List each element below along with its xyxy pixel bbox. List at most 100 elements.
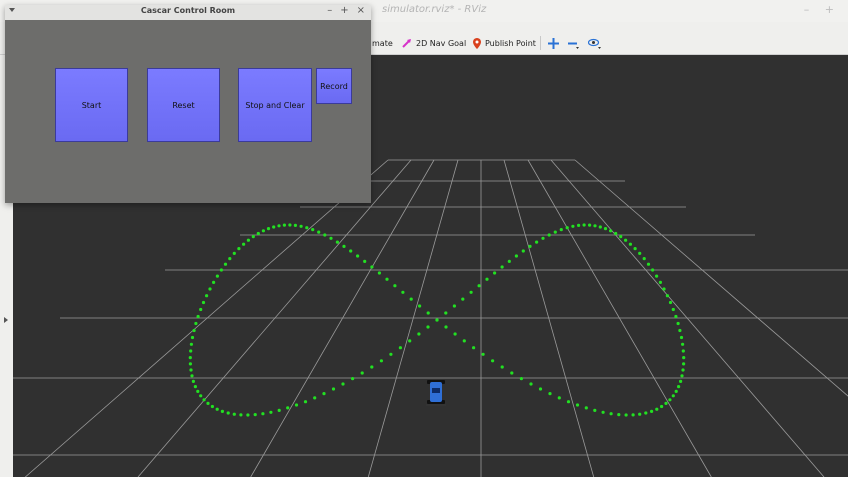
path-point <box>418 304 422 308</box>
path-point <box>205 294 209 298</box>
path-point <box>385 277 389 281</box>
path-point <box>565 226 569 230</box>
maximize-icon[interactable]: + <box>340 5 348 16</box>
path-point <box>681 342 685 346</box>
path-point <box>677 385 681 389</box>
path-point <box>417 332 421 336</box>
path-point <box>603 227 608 231</box>
path-point <box>246 238 250 242</box>
grid-line <box>250 159 435 477</box>
path-point <box>665 294 670 298</box>
path-point <box>286 406 290 410</box>
path-point <box>246 413 250 417</box>
path-point <box>588 223 592 227</box>
tool-camera-button[interactable] <box>588 36 605 50</box>
path-point <box>528 244 532 248</box>
path-point <box>232 251 236 255</box>
path-point <box>681 349 685 353</box>
path-point <box>393 284 397 288</box>
path-point <box>426 325 430 329</box>
path-point <box>192 328 196 333</box>
move-cross-icon <box>548 37 559 49</box>
control-room-window: Cascar Control Room – + × Start Reset St… <box>5 5 371 203</box>
path-point <box>256 231 260 236</box>
path-point <box>435 318 439 322</box>
tool-add-button[interactable] <box>548 36 563 50</box>
path-point <box>266 227 271 231</box>
path-point <box>202 398 206 402</box>
path-point <box>628 242 633 246</box>
publish-point-label: Publish Point <box>485 38 536 48</box>
grid-line <box>137 159 412 477</box>
close-icon[interactable]: × <box>357 5 365 16</box>
path-point <box>477 284 481 288</box>
path-point <box>679 335 684 340</box>
tool-2d-nav-goal[interactable]: 2D Nav Goal <box>402 36 466 50</box>
path-point <box>317 230 321 234</box>
path-point <box>671 307 675 312</box>
path-point <box>461 297 465 301</box>
path-point <box>277 408 281 412</box>
path-point <box>644 411 648 415</box>
path-point <box>305 226 309 230</box>
path-point <box>206 401 210 405</box>
path-point <box>538 387 543 391</box>
path-point <box>389 352 393 356</box>
tool-remove-button[interactable] <box>568 36 583 50</box>
path-point <box>557 396 561 400</box>
path-point <box>529 382 533 386</box>
path-point <box>311 228 315 232</box>
control-room-title: Cascar Control Room <box>140 6 236 15</box>
path-point <box>220 409 224 413</box>
stop-and-clear-button[interactable]: Stop and Clear <box>238 68 312 142</box>
path-point <box>329 236 333 240</box>
tool-publish-point[interactable]: Publish Point <box>473 36 536 50</box>
path-point <box>521 249 525 253</box>
path-point <box>598 225 602 229</box>
path-point <box>674 314 678 319</box>
path-point <box>651 268 655 272</box>
path-point <box>363 259 367 263</box>
path-point <box>251 235 255 239</box>
control-room-titlebar[interactable]: Cascar Control Room – + × <box>5 5 371 20</box>
path-point <box>650 409 654 413</box>
path-point <box>577 223 581 227</box>
path-point <box>219 268 223 272</box>
path-point <box>188 362 192 366</box>
path-point <box>444 325 448 329</box>
path-point <box>277 224 281 228</box>
path-point <box>189 342 193 346</box>
path-point <box>633 247 637 251</box>
path-point <box>370 365 374 369</box>
path-point <box>293 223 297 227</box>
grid-line <box>550 159 825 477</box>
path-point <box>500 265 504 269</box>
path-point <box>199 394 203 398</box>
reset-button[interactable]: Reset <box>147 68 220 142</box>
path-point <box>662 287 666 291</box>
path-point <box>507 259 511 263</box>
path-point <box>215 274 219 278</box>
start-button[interactable]: Start <box>55 68 128 142</box>
path-point <box>196 314 200 319</box>
tool-2d-pose-estimate[interactable]: mate <box>372 36 393 50</box>
path-point <box>342 244 346 248</box>
path-point <box>272 225 276 229</box>
record-button[interactable]: Record <box>316 68 352 104</box>
path-point <box>500 365 504 369</box>
path-point <box>491 359 495 363</box>
minus-icon <box>568 38 579 49</box>
expand-arrow-icon[interactable] <box>4 317 8 323</box>
path-point <box>190 374 194 378</box>
path-point <box>223 262 228 266</box>
path-point <box>678 328 682 333</box>
path-point <box>631 413 635 417</box>
path-point <box>609 229 613 233</box>
path-point <box>377 271 381 275</box>
path-point <box>210 404 214 409</box>
path-point <box>237 247 241 251</box>
path-point <box>462 339 466 343</box>
minimize-icon[interactable]: – <box>327 5 332 16</box>
path-point <box>360 371 364 375</box>
rviz-window-controls[interactable]: – + <box>804 3 840 16</box>
